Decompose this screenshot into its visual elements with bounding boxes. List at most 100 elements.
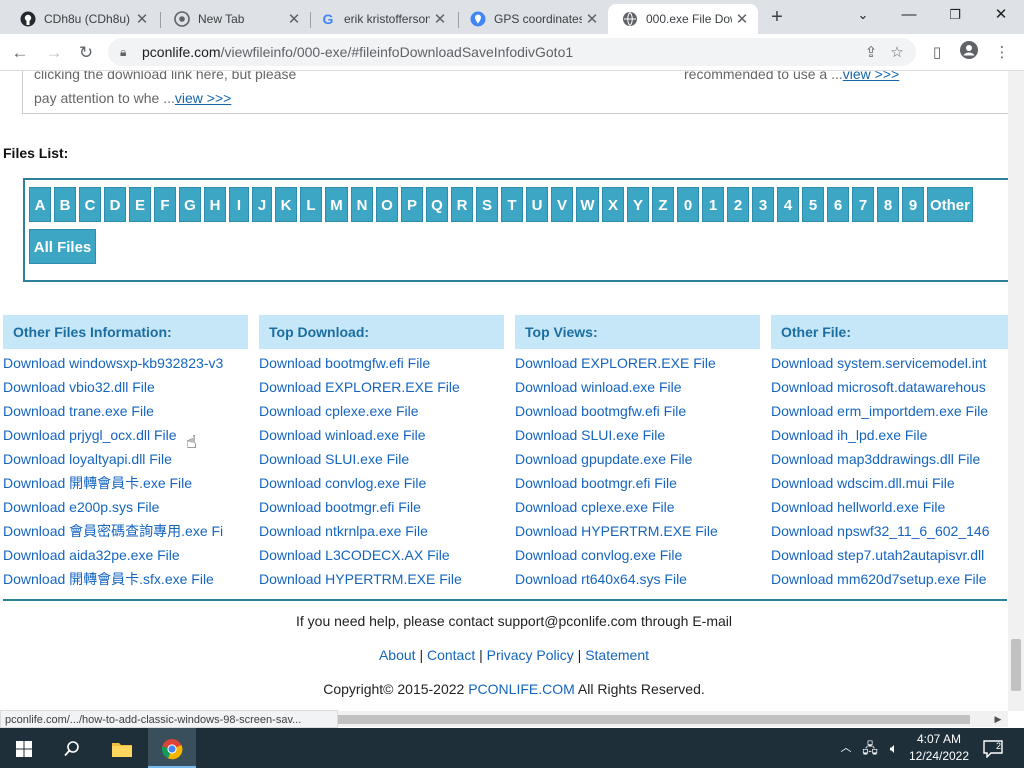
all-files-button[interactable]: All Files [29,229,96,264]
download-link[interactable]: Download step7.utah2autapisvr.dll [771,543,1008,567]
letter-q-button[interactable]: Q [426,187,448,222]
vertical-scrollbar[interactable] [1008,71,1024,711]
letter-0-button[interactable]: 0 [677,187,699,222]
download-link[interactable]: Download cplexe.exe File [259,399,504,423]
tab-new-tab[interactable]: New Tab ✕ [160,4,310,34]
download-link[interactable]: Download EXPLORER.EXE File [259,375,504,399]
letter-9-button[interactable]: 9 [902,187,924,222]
download-link[interactable]: Download winload.exe File [259,423,504,447]
letter-5-button[interactable]: 5 [802,187,824,222]
download-link[interactable]: Download 開轉會員卡.sfx.exe File [3,567,248,591]
reload-icon[interactable]: ↻ [74,41,98,65]
profile-avatar-icon[interactable] [957,41,981,65]
tab-gps-coordinates[interactable]: GPS coordinates ✕ [456,4,608,34]
about-link[interactable]: About [379,647,416,663]
restore-button[interactable]: ❐ [932,0,978,30]
pconlife-home-link[interactable]: PCONLIFE.COM [468,681,575,697]
view-more-link[interactable]: view >>> [843,71,899,82]
letter-a-button[interactable]: A [29,187,51,222]
network-icon[interactable]: 🖧︎ [858,728,882,768]
download-link[interactable]: Download cplexe.exe File [515,495,760,519]
letter-z-button[interactable]: Z [652,187,674,222]
close-icon[interactable]: ✕ [582,10,602,28]
letter-m-button[interactable]: M [325,187,348,222]
scroll-right-arrow-icon[interactable]: ▶ [990,711,1006,727]
share-icon[interactable]: ⇪ [859,41,883,65]
download-link[interactable]: Download SLUI.exe File [259,447,504,471]
letter-b-button[interactable]: B [54,187,76,222]
menu-kebab-icon[interactable]: ⋮ [990,41,1014,65]
letter-y-button[interactable]: Y [627,187,649,222]
tab-search-chevron-icon[interactable]: ⌄ [840,0,886,30]
download-link[interactable]: Download convlog.exe File [515,543,760,567]
letter-v-button[interactable]: V [551,187,573,222]
letter-n-button[interactable]: N [351,187,373,222]
letter-t-button[interactable]: T [501,187,523,222]
download-link[interactable]: Download SLUI.exe File [515,423,760,447]
close-icon[interactable]: ✕ [430,10,450,28]
download-link[interactable]: Download aida32pe.exe File [3,543,248,567]
download-link[interactable]: Download ntkrnlpa.exe File [259,519,504,543]
download-link[interactable]: Download HYPERTRM.EXE File [259,567,504,591]
download-link[interactable]: Download map3ddrawings.dll File [771,447,1008,471]
letter-h-button[interactable]: H [204,187,226,222]
notification-icon[interactable]: 2 [978,728,1008,768]
close-icon[interactable]: ✕ [132,10,152,28]
volume-icon[interactable]: 🔈︎ [882,728,906,768]
download-link[interactable]: Download prjygl_ocx.dll File [3,423,248,447]
bookmark-star-icon[interactable]: ☆ [885,41,909,65]
letter-3-button[interactable]: 3 [752,187,774,222]
download-link[interactable]: Download microsoft.datawarehous [771,375,1008,399]
letter-g-button[interactable]: G [179,187,201,222]
contact-link[interactable]: Contact [427,647,475,663]
download-link[interactable]: Download bootmgfw.efi File [515,399,760,423]
letter-7-button[interactable]: 7 [852,187,874,222]
address-bar[interactable]: 🔒︎ pconlife.com/viewfileinfo/000-exe/#fi… [108,38,916,66]
download-link[interactable]: Download winload.exe File [515,375,760,399]
back-arrow-icon[interactable]: ← [8,41,32,65]
start-windows-icon[interactable] [0,728,48,768]
view-more-link[interactable]: view >>> [175,90,231,106]
download-link[interactable]: Download 開轉會員卡.exe File [3,471,248,495]
close-icon[interactable]: ✕ [732,10,752,28]
letter-l-button[interactable]: L [300,187,322,222]
download-link[interactable]: Download convlog.exe File [259,471,504,495]
letter-w-button[interactable]: W [576,187,599,222]
letter-2-button[interactable]: 2 [727,187,749,222]
letter-other-button[interactable]: Other [927,187,973,222]
window-close-button[interactable]: ✕ [978,0,1024,30]
download-link[interactable]: Download 會員密碼查詢專用.exe Fi [3,519,248,543]
tab-active-000-exe[interactable]: 000.exe File Dow ✕ [608,4,758,34]
download-link[interactable]: Download erm_importdem.exe File [771,399,1008,423]
letter-c-button[interactable]: C [79,187,101,222]
letter-u-button[interactable]: U [526,187,548,222]
letter-6-button[interactable]: 6 [827,187,849,222]
letter-k-button[interactable]: K [275,187,297,222]
letter-x-button[interactable]: X [602,187,624,222]
download-link[interactable]: Download windowsxp-kb932823-v3 [3,351,248,375]
chrome-taskbar-icon[interactable] [148,728,196,768]
horizontal-scrollbar[interactable]: ▶ [338,711,1008,727]
letter-8-button[interactable]: 8 [877,187,899,222]
letter-i-button[interactable]: I [229,187,249,222]
privacy-policy-link[interactable]: Privacy Policy [487,647,574,663]
download-link[interactable]: Download rt640x64.sys File [515,567,760,591]
tab-github[interactable]: CDh8u (CDh8u) ✕ [6,4,158,34]
letter-1-button[interactable]: 1 [702,187,724,222]
taskbar-clock[interactable]: 4:07 AM 12/24/2022 [904,731,974,765]
letter-f-button[interactable]: F [154,187,176,222]
file-explorer-icon[interactable] [98,728,146,768]
download-link[interactable]: Download e200p.sys File [3,495,248,519]
minimize-button[interactable]: — [886,0,932,30]
forward-arrow-icon[interactable]: → [42,41,66,65]
letter-e-button[interactable]: E [129,187,151,222]
download-link[interactable]: Download wdscim.dll.mui File [771,471,1008,495]
letter-p-button[interactable]: P [401,187,423,222]
letter-d-button[interactable]: D [104,187,126,222]
download-link[interactable]: Download bootmgr.efi File [259,495,504,519]
letter-r-button[interactable]: R [451,187,473,222]
chevron-up-icon[interactable]: ︿ [836,728,856,768]
scrollbar-thumb[interactable] [1011,639,1021,691]
new-tab-button[interactable]: + [766,6,788,28]
download-link[interactable]: Download trane.exe File [3,399,248,423]
